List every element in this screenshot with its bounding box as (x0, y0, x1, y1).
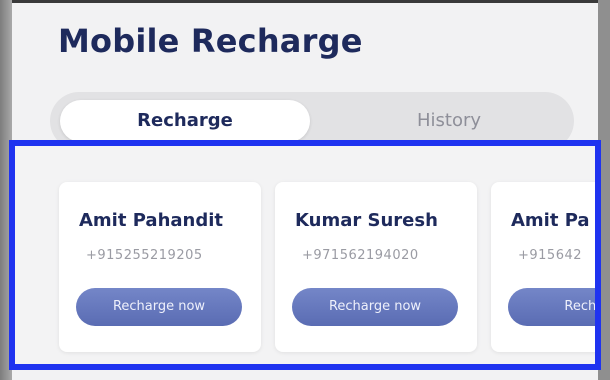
tab-history[interactable]: History (324, 100, 574, 142)
tab-recharge[interactable]: Recharge (60, 100, 310, 142)
highlight-frame (9, 140, 601, 370)
page-title: Mobile Recharge (58, 22, 363, 60)
